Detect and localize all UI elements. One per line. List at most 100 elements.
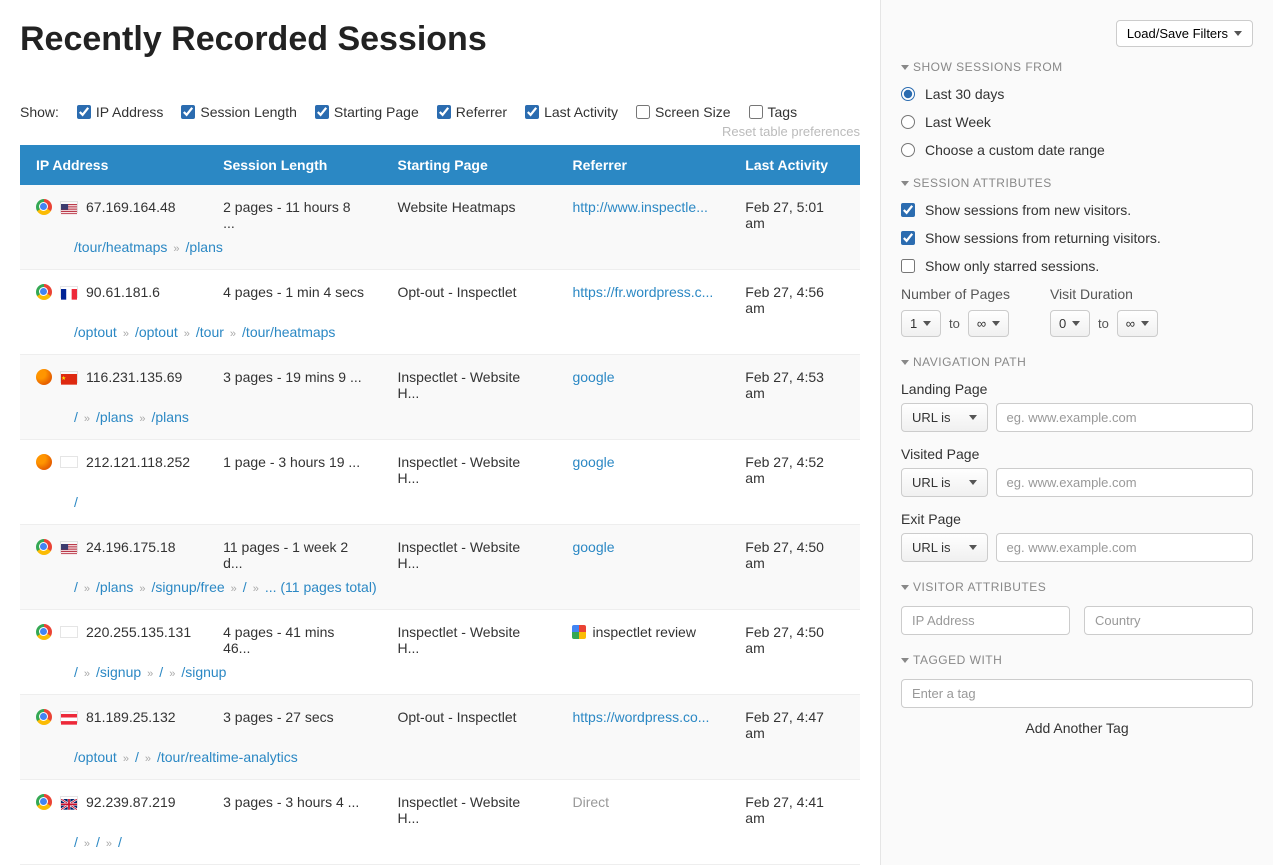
radio[interactable]: [901, 87, 915, 101]
column-toggle[interactable]: Last Activity: [525, 104, 618, 120]
url-operator-select[interactable]: URL is: [901, 468, 988, 497]
session-row[interactable]: 92.239.87.2193 pages - 3 hours 4 ...Insp…: [20, 780, 860, 831]
path-link[interactable]: /: [159, 664, 163, 680]
path-link[interactable]: /tour: [196, 324, 224, 340]
path-link[interactable]: /: [74, 664, 78, 680]
attribute-checkbox[interactable]: Show only starred sessions.: [901, 258, 1253, 274]
starting-page: Inspectlet - Website H...: [381, 610, 556, 661]
radio[interactable]: [901, 143, 915, 157]
path-link[interactable]: /plans: [186, 239, 223, 255]
section-header-from[interactable]: SHOW SESSIONS FROM: [901, 60, 1253, 74]
session-row[interactable]: 90.61.181.64 pages - 1 min 4 secsOpt-out…: [20, 270, 860, 321]
checkbox[interactable]: [77, 105, 91, 119]
column-toggle[interactable]: Tags: [749, 104, 798, 120]
radio[interactable]: [901, 115, 915, 129]
session-row[interactable]: 116.231.135.693 pages - 19 mins 9 ...Ins…: [20, 355, 860, 406]
url-input[interactable]: [996, 468, 1253, 497]
checkbox[interactable]: [181, 105, 195, 119]
column-toggle[interactable]: Screen Size: [636, 104, 730, 120]
flag-icon: [60, 371, 78, 383]
referrer[interactable]: google: [556, 525, 729, 576]
path-link[interactable]: /signup/free: [152, 579, 225, 595]
path-link[interactable]: /: [118, 834, 122, 850]
session-row[interactable]: 67.169.164.482 pages - 11 hours 8 ...Web…: [20, 185, 860, 235]
url-operator-select[interactable]: URL is: [901, 403, 988, 432]
checkbox[interactable]: [901, 259, 915, 273]
section-header-tagged[interactable]: TAGGED WITH: [901, 653, 1253, 667]
column-toggle[interactable]: IP Address: [77, 104, 163, 120]
section-header-attrs[interactable]: SESSION ATTRIBUTES: [901, 176, 1253, 190]
checkbox[interactable]: [749, 105, 763, 119]
path-link[interactable]: /optout: [74, 324, 117, 340]
path-link[interactable]: /plans: [96, 409, 133, 425]
chevron-right-icon: »: [84, 583, 90, 595]
duration-from-select[interactable]: 0: [1050, 310, 1090, 337]
url-operator-select[interactable]: URL is: [901, 533, 988, 562]
referrer[interactable]: http://www.inspectle...: [556, 185, 729, 235]
column-toggle[interactable]: Session Length: [181, 104, 297, 120]
section-header-visitor[interactable]: VISITOR ATTRIBUTES: [901, 580, 1253, 594]
checkbox[interactable]: [901, 203, 915, 217]
session-row[interactable]: 220.255.135.1314 pages - 41 mins 46...In…: [20, 610, 860, 661]
date-range-option[interactable]: Last Week: [901, 114, 1253, 130]
ip-address: 67.169.164.48: [86, 199, 176, 215]
path-link[interactable]: /: [74, 494, 78, 510]
path-link[interactable]: /signup: [181, 664, 226, 680]
duration-to-select[interactable]: ∞: [1117, 310, 1158, 337]
column-toggle[interactable]: Starting Page: [315, 104, 419, 120]
session-row[interactable]: 81.189.25.1323 pages - 27 secsOpt-out - …: [20, 695, 860, 746]
path-link[interactable]: /: [135, 749, 139, 765]
path-link[interactable]: /optout: [135, 324, 178, 340]
path-link[interactable]: /signup: [96, 664, 141, 680]
checkbox[interactable]: [315, 105, 329, 119]
path-link[interactable]: /: [243, 579, 247, 595]
path-link[interactable]: /: [74, 834, 78, 850]
path-link[interactable]: /: [74, 409, 78, 425]
path-link[interactable]: /plans: [96, 579, 133, 595]
checkbox[interactable]: [437, 105, 451, 119]
reset-preferences[interactable]: Reset table preferences: [20, 124, 860, 139]
path-link[interactable]: /: [96, 834, 100, 850]
column-toggle[interactable]: Referrer: [437, 104, 507, 120]
path-link[interactable]: /: [74, 579, 78, 595]
column-header[interactable]: Referrer: [556, 145, 729, 185]
section-header-nav[interactable]: NAVIGATION PATH: [901, 355, 1253, 369]
path-link[interactable]: /optout: [74, 749, 117, 765]
date-range-option[interactable]: Last 30 days: [901, 86, 1253, 102]
path-link[interactable]: /tour/heatmaps: [74, 239, 167, 255]
chevron-right-icon: »: [147, 668, 153, 680]
referrer[interactable]: google: [556, 440, 729, 491]
path-link[interactable]: ... (11 pages total): [265, 579, 377, 595]
session-row[interactable]: 24.196.175.1811 pages - 1 week 2 d...Ins…: [20, 525, 860, 576]
referrer[interactable]: https://wordpress.co...: [556, 695, 729, 746]
path-link[interactable]: /tour/realtime-analytics: [157, 749, 298, 765]
path-link[interactable]: /plans: [152, 409, 189, 425]
url-input[interactable]: [996, 533, 1253, 562]
referrer[interactable]: google: [556, 355, 729, 406]
pages-from-select[interactable]: 1: [901, 310, 941, 337]
column-toggle-row: Show: IP AddressSession LengthStarting P…: [20, 104, 860, 120]
referrer[interactable]: https://fr.wordpress.c...: [556, 270, 729, 321]
date-range-option[interactable]: Choose a custom date range: [901, 142, 1253, 158]
url-input[interactable]: [996, 403, 1253, 432]
session-path-row: /optout»/optout»/tour»/tour/heatmaps: [20, 320, 860, 355]
referrer[interactable]: inspectlet review: [556, 610, 729, 661]
tag-input[interactable]: [901, 679, 1253, 708]
country-input[interactable]: [1084, 606, 1253, 635]
chrome-icon: [36, 539, 52, 555]
pages-to-select[interactable]: ∞: [968, 310, 1009, 337]
checkbox[interactable]: [636, 105, 650, 119]
ip-address-input[interactable]: [901, 606, 1070, 635]
path-link[interactable]: /tour/heatmaps: [242, 324, 335, 340]
column-header[interactable]: Starting Page: [381, 145, 556, 185]
add-another-tag[interactable]: Add Another Tag: [901, 720, 1253, 736]
attribute-checkbox[interactable]: Show sessions from new visitors.: [901, 202, 1253, 218]
column-header[interactable]: Last Activity: [729, 145, 860, 185]
checkbox[interactable]: [525, 105, 539, 119]
load-save-filters-button[interactable]: Load/Save Filters: [1116, 20, 1253, 47]
attribute-checkbox[interactable]: Show sessions from returning visitors.: [901, 230, 1253, 246]
column-header[interactable]: IP Address: [20, 145, 207, 185]
session-row[interactable]: 212.121.118.2521 page - 3 hours 19 ...In…: [20, 440, 860, 491]
checkbox[interactable]: [901, 231, 915, 245]
column-header[interactable]: Session Length: [207, 145, 381, 185]
